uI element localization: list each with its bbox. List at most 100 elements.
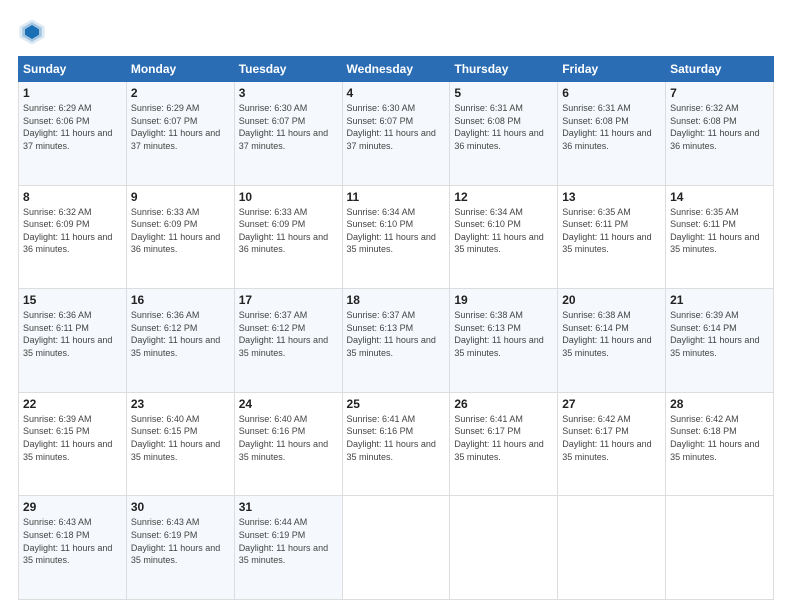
day-info: Sunrise: 6:30 AMSunset: 6:07 PMDaylight:… (239, 103, 328, 151)
day-number: 25 (347, 397, 446, 411)
calendar-cell: 27 Sunrise: 6:42 AMSunset: 6:17 PMDaylig… (558, 392, 666, 496)
day-info: Sunrise: 6:31 AMSunset: 6:08 PMDaylight:… (562, 103, 651, 151)
calendar-cell: 8 Sunrise: 6:32 AMSunset: 6:09 PMDayligh… (19, 185, 127, 289)
day-number: 22 (23, 397, 122, 411)
calendar-cell (342, 496, 450, 600)
day-number: 1 (23, 86, 122, 100)
logo-icon (18, 18, 46, 46)
calendar-cell: 26 Sunrise: 6:41 AMSunset: 6:17 PMDaylig… (450, 392, 558, 496)
day-number: 3 (239, 86, 338, 100)
calendar-cell (558, 496, 666, 600)
day-info: Sunrise: 6:29 AMSunset: 6:06 PMDaylight:… (23, 103, 112, 151)
day-number: 5 (454, 86, 553, 100)
day-number: 14 (670, 190, 769, 204)
day-number: 10 (239, 190, 338, 204)
day-number: 20 (562, 293, 661, 307)
weekday-header-wednesday: Wednesday (342, 57, 450, 82)
day-info: Sunrise: 6:40 AMSunset: 6:15 PMDaylight:… (131, 414, 220, 462)
day-info: Sunrise: 6:32 AMSunset: 6:09 PMDaylight:… (23, 207, 112, 255)
day-info: Sunrise: 6:33 AMSunset: 6:09 PMDaylight:… (239, 207, 328, 255)
weekday-header-saturday: Saturday (666, 57, 774, 82)
day-info: Sunrise: 6:35 AMSunset: 6:11 PMDaylight:… (670, 207, 759, 255)
day-number: 6 (562, 86, 661, 100)
day-number: 21 (670, 293, 769, 307)
weekday-header-thursday: Thursday (450, 57, 558, 82)
day-number: 13 (562, 190, 661, 204)
day-number: 28 (670, 397, 769, 411)
day-info: Sunrise: 6:33 AMSunset: 6:09 PMDaylight:… (131, 207, 220, 255)
calendar-table: SundayMondayTuesdayWednesdayThursdayFrid… (18, 56, 774, 600)
calendar-cell: 1 Sunrise: 6:29 AMSunset: 6:06 PMDayligh… (19, 82, 127, 186)
weekday-header-row: SundayMondayTuesdayWednesdayThursdayFrid… (19, 57, 774, 82)
day-info: Sunrise: 6:30 AMSunset: 6:07 PMDaylight:… (347, 103, 436, 151)
day-number: 11 (347, 190, 446, 204)
day-info: Sunrise: 6:36 AMSunset: 6:12 PMDaylight:… (131, 310, 220, 358)
calendar-cell: 18 Sunrise: 6:37 AMSunset: 6:13 PMDaylig… (342, 289, 450, 393)
calendar-cell: 16 Sunrise: 6:36 AMSunset: 6:12 PMDaylig… (126, 289, 234, 393)
day-info: Sunrise: 6:31 AMSunset: 6:08 PMDaylight:… (454, 103, 543, 151)
calendar-cell: 15 Sunrise: 6:36 AMSunset: 6:11 PMDaylig… (19, 289, 127, 393)
day-info: Sunrise: 6:34 AMSunset: 6:10 PMDaylight:… (347, 207, 436, 255)
header (18, 18, 774, 46)
day-info: Sunrise: 6:39 AMSunset: 6:15 PMDaylight:… (23, 414, 112, 462)
day-info: Sunrise: 6:36 AMSunset: 6:11 PMDaylight:… (23, 310, 112, 358)
day-info: Sunrise: 6:39 AMSunset: 6:14 PMDaylight:… (670, 310, 759, 358)
calendar-cell: 9 Sunrise: 6:33 AMSunset: 6:09 PMDayligh… (126, 185, 234, 289)
weekday-header-monday: Monday (126, 57, 234, 82)
day-number: 23 (131, 397, 230, 411)
day-number: 16 (131, 293, 230, 307)
calendar-cell: 4 Sunrise: 6:30 AMSunset: 6:07 PMDayligh… (342, 82, 450, 186)
day-number: 4 (347, 86, 446, 100)
day-info: Sunrise: 6:37 AMSunset: 6:13 PMDaylight:… (347, 310, 436, 358)
calendar-cell: 29 Sunrise: 6:43 AMSunset: 6:18 PMDaylig… (19, 496, 127, 600)
weekday-header-tuesday: Tuesday (234, 57, 342, 82)
calendar-week-row: 29 Sunrise: 6:43 AMSunset: 6:18 PMDaylig… (19, 496, 774, 600)
day-info: Sunrise: 6:38 AMSunset: 6:14 PMDaylight:… (562, 310, 651, 358)
calendar-week-row: 8 Sunrise: 6:32 AMSunset: 6:09 PMDayligh… (19, 185, 774, 289)
weekday-header-sunday: Sunday (19, 57, 127, 82)
calendar-cell: 31 Sunrise: 6:44 AMSunset: 6:19 PMDaylig… (234, 496, 342, 600)
day-number: 19 (454, 293, 553, 307)
day-info: Sunrise: 6:34 AMSunset: 6:10 PMDaylight:… (454, 207, 543, 255)
calendar-cell: 30 Sunrise: 6:43 AMSunset: 6:19 PMDaylig… (126, 496, 234, 600)
day-number: 30 (131, 500, 230, 514)
day-number: 24 (239, 397, 338, 411)
day-info: Sunrise: 6:43 AMSunset: 6:19 PMDaylight:… (131, 517, 220, 565)
logo (18, 18, 48, 46)
calendar-cell: 7 Sunrise: 6:32 AMSunset: 6:08 PMDayligh… (666, 82, 774, 186)
calendar-cell: 19 Sunrise: 6:38 AMSunset: 6:13 PMDaylig… (450, 289, 558, 393)
calendar-cell: 20 Sunrise: 6:38 AMSunset: 6:14 PMDaylig… (558, 289, 666, 393)
calendar-cell: 12 Sunrise: 6:34 AMSunset: 6:10 PMDaylig… (450, 185, 558, 289)
calendar-cell: 5 Sunrise: 6:31 AMSunset: 6:08 PMDayligh… (450, 82, 558, 186)
calendar-cell: 10 Sunrise: 6:33 AMSunset: 6:09 PMDaylig… (234, 185, 342, 289)
day-number: 27 (562, 397, 661, 411)
day-number: 31 (239, 500, 338, 514)
calendar-week-row: 15 Sunrise: 6:36 AMSunset: 6:11 PMDaylig… (19, 289, 774, 393)
day-info: Sunrise: 6:37 AMSunset: 6:12 PMDaylight:… (239, 310, 328, 358)
calendar-cell: 21 Sunrise: 6:39 AMSunset: 6:14 PMDaylig… (666, 289, 774, 393)
day-number: 29 (23, 500, 122, 514)
day-number: 26 (454, 397, 553, 411)
day-number: 7 (670, 86, 769, 100)
calendar-week-row: 22 Sunrise: 6:39 AMSunset: 6:15 PMDaylig… (19, 392, 774, 496)
day-number: 9 (131, 190, 230, 204)
calendar-cell: 11 Sunrise: 6:34 AMSunset: 6:10 PMDaylig… (342, 185, 450, 289)
day-info: Sunrise: 6:40 AMSunset: 6:16 PMDaylight:… (239, 414, 328, 462)
day-info: Sunrise: 6:44 AMSunset: 6:19 PMDaylight:… (239, 517, 328, 565)
day-number: 17 (239, 293, 338, 307)
day-info: Sunrise: 6:41 AMSunset: 6:16 PMDaylight:… (347, 414, 436, 462)
day-info: Sunrise: 6:42 AMSunset: 6:17 PMDaylight:… (562, 414, 651, 462)
calendar-week-row: 1 Sunrise: 6:29 AMSunset: 6:06 PMDayligh… (19, 82, 774, 186)
calendar-cell: 24 Sunrise: 6:40 AMSunset: 6:16 PMDaylig… (234, 392, 342, 496)
day-info: Sunrise: 6:38 AMSunset: 6:13 PMDaylight:… (454, 310, 543, 358)
day-info: Sunrise: 6:43 AMSunset: 6:18 PMDaylight:… (23, 517, 112, 565)
calendar-cell (666, 496, 774, 600)
day-number: 18 (347, 293, 446, 307)
calendar-cell: 6 Sunrise: 6:31 AMSunset: 6:08 PMDayligh… (558, 82, 666, 186)
calendar-cell: 22 Sunrise: 6:39 AMSunset: 6:15 PMDaylig… (19, 392, 127, 496)
day-info: Sunrise: 6:32 AMSunset: 6:08 PMDaylight:… (670, 103, 759, 151)
calendar-cell: 13 Sunrise: 6:35 AMSunset: 6:11 PMDaylig… (558, 185, 666, 289)
calendar-cell: 28 Sunrise: 6:42 AMSunset: 6:18 PMDaylig… (666, 392, 774, 496)
day-info: Sunrise: 6:29 AMSunset: 6:07 PMDaylight:… (131, 103, 220, 151)
page: SundayMondayTuesdayWednesdayThursdayFrid… (0, 0, 792, 612)
